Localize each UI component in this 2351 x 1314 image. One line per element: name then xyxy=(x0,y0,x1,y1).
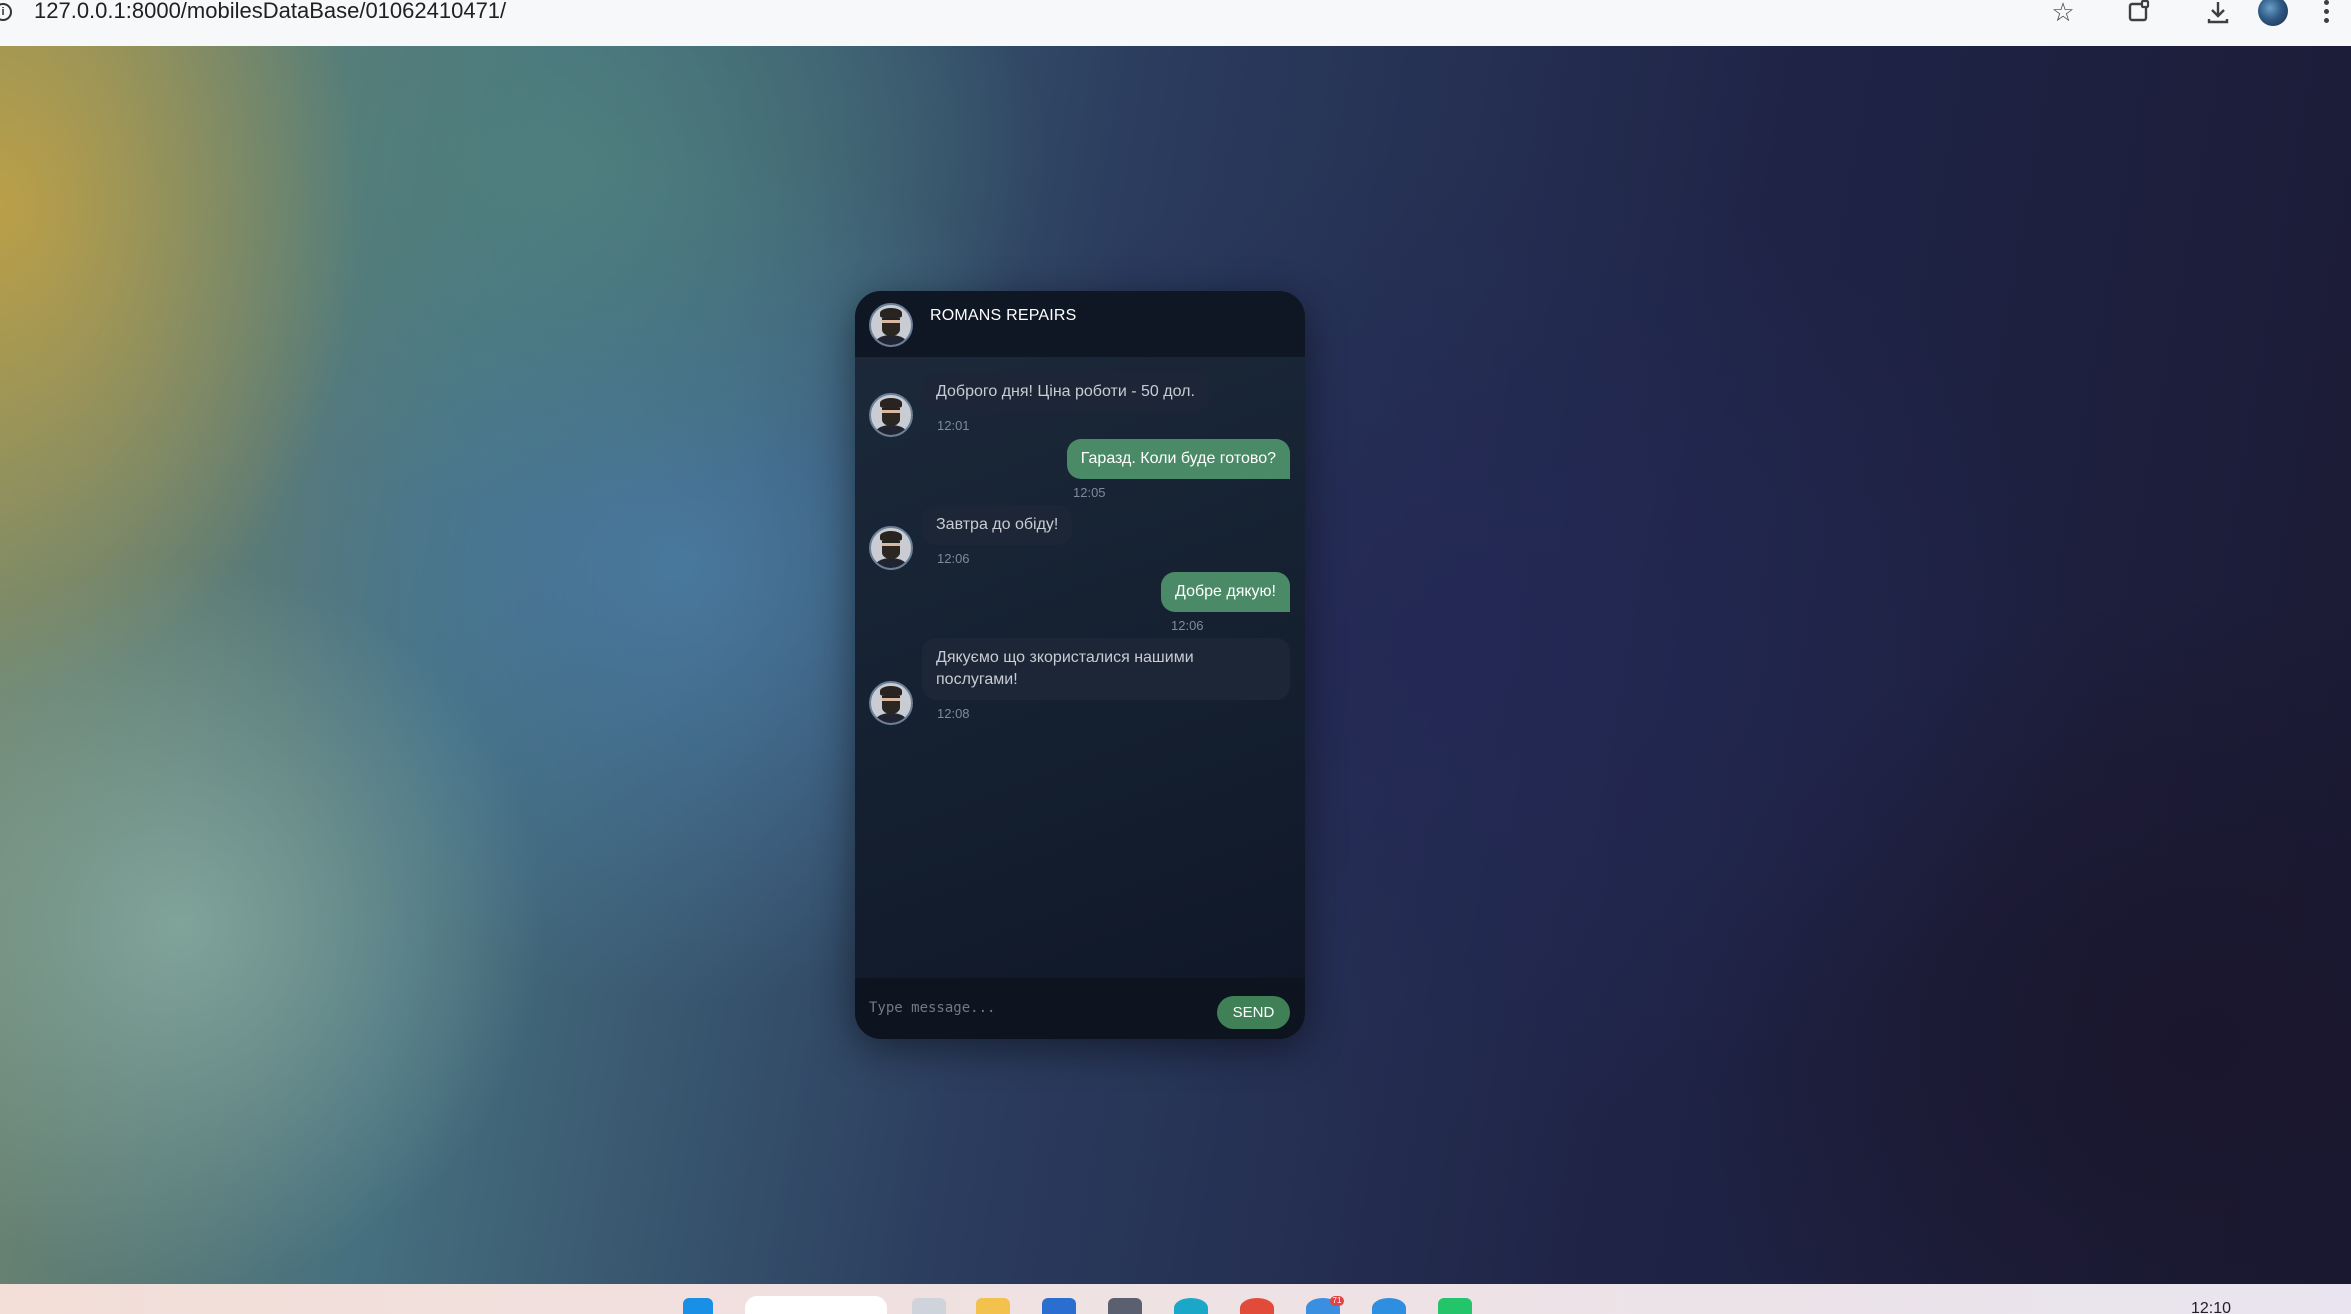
message-time: 12:05 xyxy=(1073,485,1106,500)
message-time: 12:06 xyxy=(937,551,970,566)
outgoing-message: Гаразд. Коли буде готово? xyxy=(1066,439,1290,479)
chat-window: ROMANS REPAIRS Доброго дня! Ціна роботи … xyxy=(855,291,1305,1039)
more-menu-icon[interactable] xyxy=(2316,0,2336,26)
incoming-message: Завтра до обіду! xyxy=(922,505,1073,545)
extensions-icon[interactable] xyxy=(2121,0,2157,26)
message-avatar xyxy=(869,526,913,570)
star-icon[interactable]: ☆ xyxy=(2045,0,2081,27)
message-avatar xyxy=(869,681,913,725)
app-icon[interactable] xyxy=(1108,1298,1142,1314)
profile-avatar[interactable] xyxy=(2258,0,2288,26)
send-button[interactable]: SEND xyxy=(1217,996,1290,1029)
message-avatar xyxy=(869,393,913,437)
chat-header: ROMANS REPAIRS xyxy=(855,291,1305,357)
chrome-icon[interactable] xyxy=(1240,1298,1274,1314)
pycharm-icon[interactable] xyxy=(1438,1298,1472,1314)
download-icon[interactable] xyxy=(2200,0,2236,26)
telegram-icon[interactable] xyxy=(1372,1298,1406,1314)
edge-icon[interactable] xyxy=(1174,1298,1208,1314)
incoming-message: Дякуємо що зкористалися нашими послугами… xyxy=(922,638,1290,700)
taskbar-clock[interactable]: 12:10 xyxy=(2191,1300,2231,1314)
store-icon[interactable] xyxy=(1042,1298,1076,1314)
site-info-icon[interactable]: i xyxy=(0,3,12,21)
incoming-message: Доброго дня! Ціна роботи - 50 дол. xyxy=(922,372,1209,412)
windows-start-icon[interactable] xyxy=(683,1298,713,1314)
message-time: 12:06 xyxy=(1171,618,1204,633)
chat-title: ROMANS REPAIRS xyxy=(930,307,1077,324)
message-time: 12:08 xyxy=(937,706,970,721)
notification-badge: 71 xyxy=(1330,1296,1344,1306)
contact-avatar xyxy=(869,303,913,347)
file-explorer-icon[interactable] xyxy=(976,1298,1010,1314)
message-composer: SEND xyxy=(855,978,1305,1039)
message-input[interactable] xyxy=(867,992,1201,1024)
task-view-icon[interactable] xyxy=(912,1298,946,1314)
os-taskbar: 71 12:10 xyxy=(0,1284,2351,1314)
taskbar-search[interactable] xyxy=(745,1296,887,1314)
outgoing-message: Добре дякую! xyxy=(1161,572,1290,612)
message-time: 12:01 xyxy=(937,418,970,433)
url-text[interactable]: 127.0.0.1:8000/mobilesDataBase/010624104… xyxy=(34,0,506,22)
browser-address-bar: i 127.0.0.1:8000/mobilesDataBase/0106241… xyxy=(0,0,2351,47)
